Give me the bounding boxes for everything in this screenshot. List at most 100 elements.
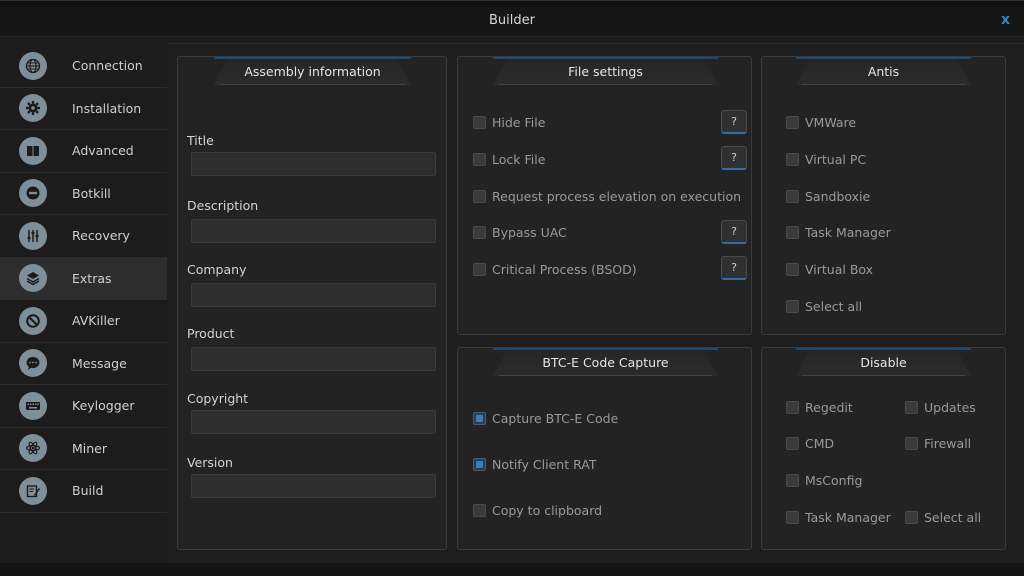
copy-clipboard-checkbox[interactable]: Copy to clipboard — [473, 503, 602, 518]
virtual-box-checkbox[interactable]: Virtual Box — [786, 262, 873, 277]
gear-icon — [19, 94, 47, 123]
atom-icon — [19, 434, 47, 463]
sidebar-item-label: Botkill — [72, 185, 111, 201]
company-field[interactable] — [191, 283, 436, 307]
btce-tab-frame: BTC-E Code Capture — [493, 348, 718, 378]
hide-file-help-button[interactable]: ? — [721, 110, 747, 134]
hide-file-checkbox[interactable]: Hide File — [473, 115, 545, 130]
lock-file-help-button[interactable]: ? — [721, 146, 747, 170]
disable-select-all-checkbox[interactable]: Select all — [905, 510, 981, 525]
checkbox-box[interactable] — [786, 263, 799, 276]
sidebar-item-build[interactable]: Build — [0, 470, 167, 513]
sliders-icon — [19, 221, 47, 250]
version-label: Version — [187, 455, 233, 470]
bypass-uac-help-button[interactable]: ? — [721, 220, 747, 244]
checkbox-box[interactable] — [786, 226, 799, 239]
builder-window: Builder x Connection Installation Advanc… — [0, 0, 1024, 576]
virtual-pc-checkbox[interactable]: Virtual PC — [786, 152, 866, 167]
checkbox-label: CMD — [805, 436, 835, 451]
sidebar-item-label: Recovery — [72, 228, 130, 244]
checkbox-box[interactable] — [905, 511, 918, 524]
checkbox-box[interactable] — [473, 458, 486, 471]
minus-circle-icon — [19, 179, 47, 208]
sidebar-item-avkiller[interactable]: AVKiller — [0, 300, 167, 343]
disable-title: Disable — [796, 350, 971, 376]
sidebar-item-extras[interactable]: Extras — [0, 257, 167, 300]
checkbox-box[interactable] — [786, 511, 799, 524]
checkbox-box[interactable] — [473, 116, 486, 129]
antis-title: Antis — [796, 59, 971, 85]
content-area: Assembly information Title Description C… — [167, 43, 1024, 563]
title-bar: Builder x — [0, 7, 1024, 37]
sidebar-item-miner[interactable]: Miner — [0, 428, 167, 470]
vmware-checkbox[interactable]: VMWare — [786, 115, 856, 130]
assembly-tab-frame: Assembly information — [214, 57, 411, 87]
antis-select-all-checkbox[interactable]: Select all — [786, 299, 862, 314]
checkbox-label: Updates — [924, 400, 976, 415]
bypass-uac-checkbox[interactable]: Bypass UAC — [473, 225, 567, 240]
checkbox-label: Copy to clipboard — [492, 503, 603, 518]
bottom-strip — [0, 563, 1024, 576]
checkbox-box[interactable] — [786, 116, 799, 129]
sidebar-item-label: Message — [72, 355, 127, 371]
checkbox-box[interactable] — [786, 401, 799, 414]
assembly-title: Assembly information — [214, 59, 411, 85]
close-button[interactable]: x — [1001, 12, 1010, 28]
critical-process-checkbox[interactable]: Critical Process (BSOD) — [473, 262, 637, 277]
checkbox-label: Request process elevation on execution — [492, 189, 742, 204]
checkbox-box[interactable] — [786, 437, 799, 450]
critical-process-help-button[interactable]: ? — [721, 256, 747, 280]
sidebar-item-recovery[interactable]: Recovery — [0, 215, 167, 258]
checkbox-box[interactable] — [473, 153, 486, 166]
sidebar-item-botkill[interactable]: Botkill — [0, 173, 167, 215]
sidebar-item-connection[interactable]: Connection — [0, 45, 167, 88]
checkbox-label: Firewall — [924, 436, 972, 451]
checkbox-box[interactable] — [473, 504, 486, 517]
request-elevation-checkbox[interactable]: Request process elevation on execution — [473, 189, 741, 204]
checkbox-box[interactable] — [786, 190, 799, 203]
sidebar-item-keylogger[interactable]: Keylogger — [0, 385, 167, 428]
checkbox-box[interactable] — [786, 153, 799, 166]
checkbox-label: Sandboxie — [805, 189, 871, 204]
lock-file-checkbox[interactable]: Lock File — [473, 152, 545, 167]
sandboxie-checkbox[interactable]: Sandboxie — [786, 189, 870, 204]
notify-client-checkbox[interactable]: Notify Client RAT — [473, 457, 596, 472]
checkbox-box[interactable] — [786, 474, 799, 487]
checkbox-box[interactable] — [905, 401, 918, 414]
disable-task-manager-checkbox[interactable]: Task Manager — [786, 510, 891, 525]
file-settings-title: File settings — [493, 59, 718, 85]
title-label: Title — [187, 133, 214, 148]
checkbox-box[interactable] — [905, 437, 918, 450]
regedit-checkbox[interactable]: Regedit — [786, 400, 853, 415]
capture-btce-checkbox[interactable]: Capture BTC-E Code — [473, 411, 618, 426]
sidebar-item-label: Connection — [72, 58, 143, 74]
task-manager-checkbox[interactable]: Task Manager — [786, 225, 891, 240]
sidebar-item-label: AVKiller — [72, 313, 120, 329]
ban-icon — [19, 306, 47, 335]
checkbox-box[interactable] — [473, 412, 486, 425]
version-field[interactable] — [191, 474, 436, 498]
firewall-checkbox[interactable]: Firewall — [905, 436, 971, 451]
sidebar-item-message[interactable]: Message — [0, 343, 167, 385]
checkbox-box[interactable] — [473, 190, 486, 203]
cmd-checkbox[interactable]: CMD — [786, 436, 834, 451]
disable-panel: Disable Regedit CMD MsConfig Task Manage… — [761, 347, 1006, 550]
copyright-field[interactable] — [191, 410, 436, 434]
checkbox-box[interactable] — [473, 263, 486, 276]
antis-panel: Antis VMWare Virtual PC Sandboxie Task M… — [761, 56, 1006, 335]
chat-icon — [19, 349, 47, 378]
book-icon — [19, 136, 47, 165]
checkbox-label: Select all — [805, 299, 863, 314]
window-title: Builder — [489, 13, 535, 28]
sidebar-item-installation[interactable]: Installation — [0, 88, 167, 130]
updates-checkbox[interactable]: Updates — [905, 400, 976, 415]
title-field[interactable] — [191, 152, 436, 176]
product-field[interactable] — [191, 347, 436, 371]
checkbox-box[interactable] — [473, 226, 486, 239]
checkbox-box[interactable] — [786, 300, 799, 313]
description-field[interactable] — [191, 219, 436, 243]
sidebar-item-advanced[interactable]: Advanced — [0, 130, 167, 173]
antis-tab-frame: Antis — [796, 57, 971, 87]
sidebar-item-label: Miner — [72, 440, 108, 456]
msconfig-checkbox[interactable]: MsConfig — [786, 473, 862, 488]
